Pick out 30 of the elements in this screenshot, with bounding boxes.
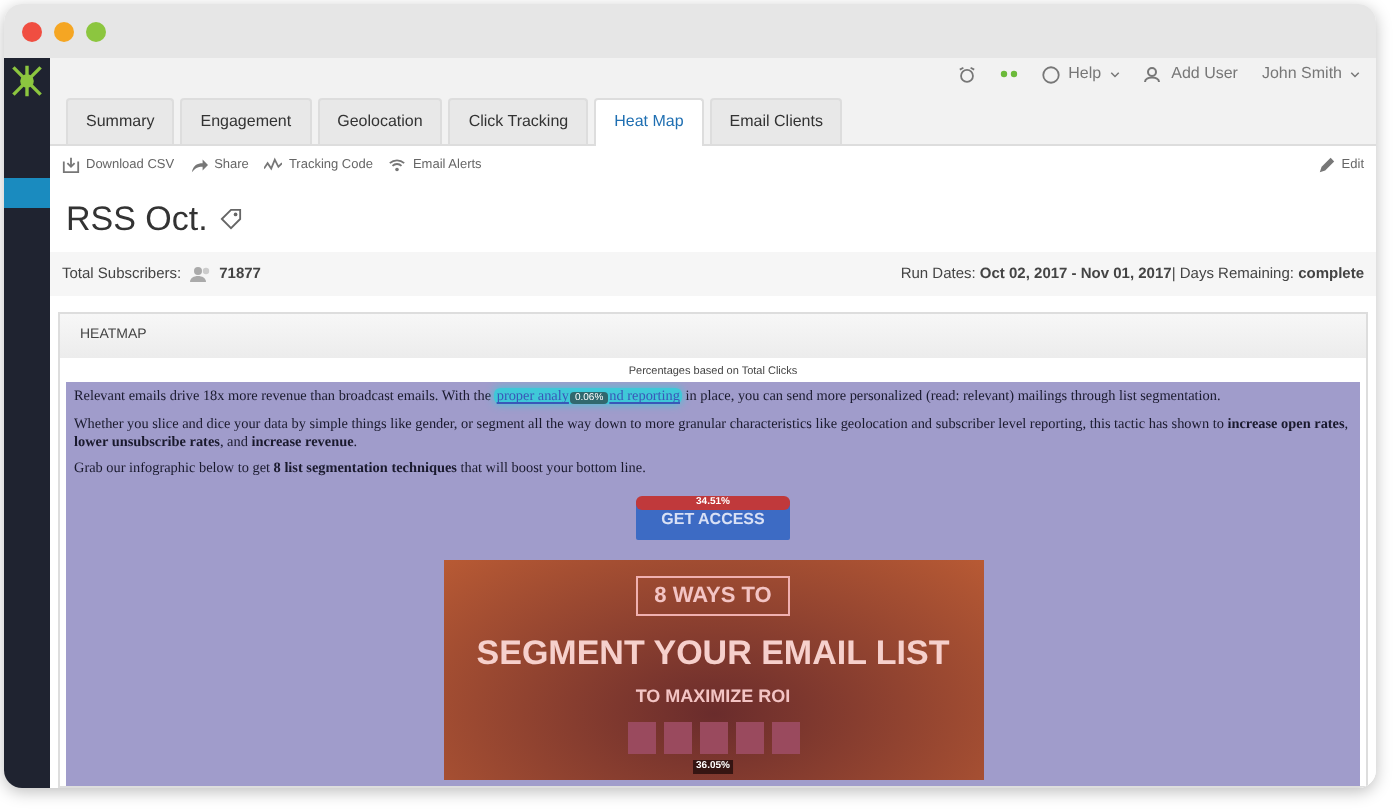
infographic-title: SEGMENT YOUR EMAIL LIST xyxy=(476,632,950,677)
infographic-subtitle: TO MAXIMIZE ROI xyxy=(635,683,791,710)
wifi-icon xyxy=(388,156,407,175)
line-chart-icon xyxy=(264,156,283,175)
infographic-heading: 8 WAYS TO xyxy=(636,575,790,617)
user-icon xyxy=(1143,66,1164,82)
zoom-icon[interactable] xyxy=(86,21,106,41)
download-icon xyxy=(62,156,80,175)
alarm-icon[interactable] xyxy=(958,65,977,83)
logo-icon[interactable] xyxy=(10,64,44,98)
tab[interactable]: Engagement xyxy=(180,98,312,144)
tag-icon[interactable] xyxy=(219,208,242,230)
page-title: RSS Oct. xyxy=(66,197,208,242)
pencil-icon xyxy=(1317,156,1336,175)
user-menu[interactable]: John Smith xyxy=(1261,62,1360,86)
tab[interactable]: Email Clients xyxy=(709,98,843,144)
share-icon xyxy=(190,156,209,175)
add-user-link[interactable]: Add User xyxy=(1143,62,1238,86)
caret-icon xyxy=(1109,71,1120,77)
status-icon xyxy=(1000,70,1019,78)
users-icon xyxy=(189,265,212,282)
close-icon[interactable] xyxy=(22,21,42,41)
tab[interactable]: Click Tracking xyxy=(448,98,589,144)
help-icon xyxy=(1042,65,1061,83)
tab[interactable]: Summary xyxy=(66,98,175,144)
tab[interactable]: Geolocation xyxy=(317,98,443,144)
caret-icon xyxy=(1350,71,1360,77)
help-menu[interactable]: Help xyxy=(1042,62,1120,86)
minimize-icon[interactable] xyxy=(54,21,74,41)
tab[interactable]: Heat Map xyxy=(594,98,704,146)
